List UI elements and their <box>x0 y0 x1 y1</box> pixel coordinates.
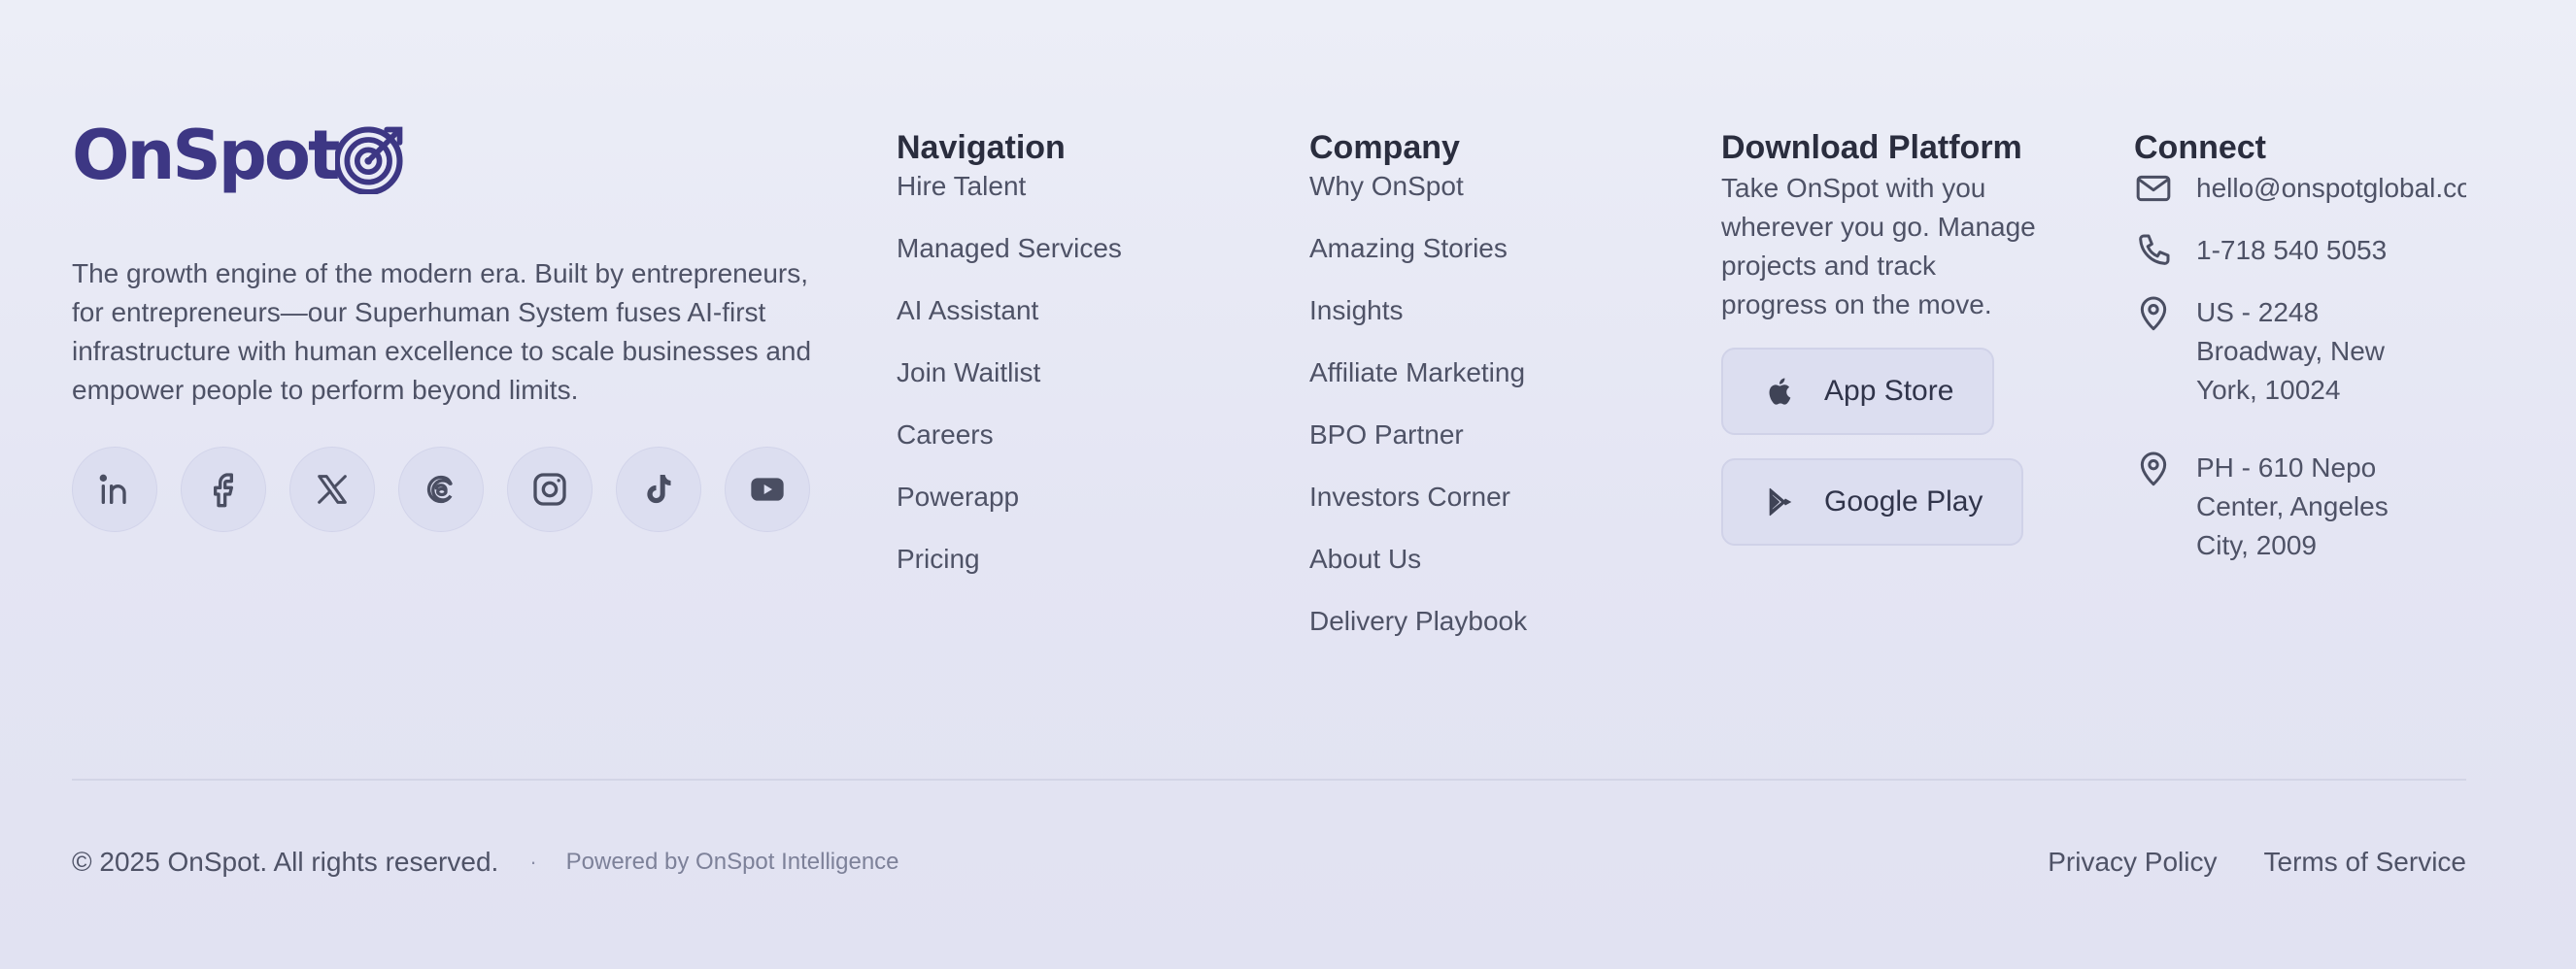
google-play-button[interactable]: Google Play <box>1721 458 2024 546</box>
brand-tagline: The growth engine of the modern era. Bui… <box>72 258 812 405</box>
email-address: hello@onspotglobal.com <box>2196 173 2466 203</box>
download-description: Take OnSpot with you wherever you go. Ma… <box>1721 173 2036 319</box>
social-links <box>72 447 830 532</box>
company-link-about-us[interactable]: About Us <box>1309 542 1527 577</box>
app-store-button[interactable]: App Store <box>1721 348 1995 435</box>
apple-icon <box>1764 375 1797 408</box>
target-icon <box>335 126 403 194</box>
company-link-investors-corner[interactable]: Investors Corner <box>1309 480 1527 515</box>
nav-link-ai-assistant[interactable]: AI Assistant <box>897 293 1122 328</box>
navigation-column: Navigation Hire Talent Managed Services … <box>897 126 1122 604</box>
brand-column: OnSpot The growth engine of the modern e… <box>72 115 830 532</box>
x-icon <box>318 475 347 504</box>
contact-address-us: US - 2248 Broadway, New York, 10024 <box>2134 293 2466 410</box>
phone-icon <box>2134 231 2173 270</box>
contact-phone[interactable]: 1-718 540 5053 <box>2134 231 2466 270</box>
nav-link-pricing[interactable]: Pricing <box>897 542 1122 577</box>
navigation-links: Hire Talent Managed Services AI Assistan… <box>897 169 1122 577</box>
threads-icon <box>426 475 453 504</box>
connect-column: Connect hello@onspotglobal.com 1-718 540… <box>2134 126 2466 565</box>
connect-heading: Connect <box>2134 129 2266 166</box>
map-pin-icon <box>2134 293 2173 332</box>
company-link-why-onspot[interactable]: Why OnSpot <box>1309 169 1527 204</box>
nav-link-hire-talent[interactable]: Hire Talent <box>897 169 1122 204</box>
nav-link-join-waitlist[interactable]: Join Waitlist <box>897 355 1122 390</box>
youtube-icon <box>751 478 784 501</box>
nav-link-careers[interactable]: Careers <box>897 418 1122 452</box>
privacy-policy-link[interactable]: Privacy Policy <box>2048 847 2217 878</box>
threads-link[interactable] <box>398 447 484 532</box>
legal-links: Privacy Policy Terms of Service <box>2048 847 2466 878</box>
contact-address-ph: PH - 610 Nepo Center, Angeles City, 2009 <box>2134 449 2466 565</box>
linkedin-link[interactable] <box>72 447 157 532</box>
address-us: US - 2248 Broadway, New York, 10024 <box>2196 297 2386 405</box>
logo-wordmark: OnSpot <box>72 116 340 195</box>
mail-icon <box>2134 169 2173 208</box>
phone-number: 1-718 540 5053 <box>2196 235 2388 265</box>
facebook-icon <box>214 473 233 508</box>
google-play-icon <box>1764 485 1797 518</box>
company-links: Why OnSpot Amazing Stories Insights Affi… <box>1309 169 1527 639</box>
youtube-link[interactable] <box>725 447 810 532</box>
x-link[interactable] <box>289 447 375 532</box>
navigation-heading: Navigation <box>897 129 1066 166</box>
download-heading: Download Platform <box>1721 129 2022 166</box>
footer-bottom-bar: © 2025 OnSpot. All rights reserved. · Po… <box>72 841 2466 884</box>
download-column: Download Platform Take OnSpot with you w… <box>1721 126 2042 546</box>
powered-by-text: Powered by OnSpot Intelligence <box>565 849 899 875</box>
company-column: Company Why OnSpot Amazing Stories Insig… <box>1309 126 1527 666</box>
nav-link-managed-services[interactable]: Managed Services <box>897 231 1122 266</box>
logo[interactable]: OnSpot <box>72 115 830 196</box>
company-heading: Company <box>1309 129 1460 166</box>
company-link-delivery-playbook[interactable]: Delivery Playbook <box>1309 604 1527 639</box>
company-link-affiliate-marketing[interactable]: Affiliate Marketing <box>1309 355 1527 390</box>
instagram-icon <box>533 473 566 506</box>
footer-divider <box>72 779 2466 781</box>
tiktok-icon <box>647 475 671 504</box>
terms-of-service-link[interactable]: Terms of Service <box>2264 847 2467 878</box>
company-link-insights[interactable]: Insights <box>1309 293 1527 328</box>
app-store-label: App Store <box>1824 375 1954 407</box>
facebook-link[interactable] <box>181 447 266 532</box>
site-footer: OnSpot The growth engine of the modern e… <box>72 0 2466 969</box>
map-pin-icon <box>2134 449 2173 487</box>
google-play-label: Google Play <box>1824 485 1983 518</box>
company-link-amazing-stories[interactable]: Amazing Stories <box>1309 231 1527 266</box>
nav-link-powerapp[interactable]: Powerapp <box>897 480 1122 515</box>
copyright-text: © 2025 OnSpot. All rights reserved. <box>72 847 499 877</box>
linkedin-icon <box>99 474 126 504</box>
address-ph: PH - 610 Nepo Center, Angeles City, 2009 <box>2196 452 2389 560</box>
company-link-bpo-partner[interactable]: BPO Partner <box>1309 418 1527 452</box>
contact-email[interactable]: hello@onspotglobal.com <box>2134 169 2466 208</box>
separator-dot: · <box>529 850 537 874</box>
instagram-link[interactable] <box>507 447 593 532</box>
tiktok-link[interactable] <box>616 447 701 532</box>
